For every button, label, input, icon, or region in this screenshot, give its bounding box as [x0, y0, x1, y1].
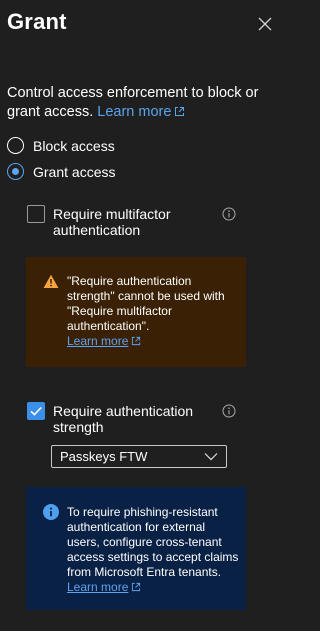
auth-strength-checkbox[interactable]: [27, 402, 45, 420]
auth-strength-dropdown[interactable]: Passkeys FTW: [51, 445, 227, 468]
intro-text: Control access enforcement to block or g…: [7, 84, 277, 122]
radio-label-grant: Grant access: [33, 163, 116, 180]
radio-button[interactable]: [7, 137, 24, 154]
info-learn-more-label: Learn more: [67, 580, 129, 594]
radio-button-selected[interactable]: [7, 163, 24, 180]
info-icon[interactable]: [222, 207, 236, 221]
dropdown-selected-value: Passkeys FTW: [60, 449, 148, 464]
mfa-checkbox[interactable]: [27, 205, 45, 223]
warning-text: "Require authentication strength" cannot…: [67, 274, 239, 349]
info-icon[interactable]: [222, 404, 236, 418]
external-link-icon: [132, 582, 141, 592]
warning-description: "Require authentication strength" cannot…: [67, 274, 225, 333]
radio-grant-access[interactable]: Grant access: [7, 163, 115, 180]
chevron-down-icon: [204, 453, 218, 461]
info-icon: [43, 504, 59, 520]
info-message: To require phishing-resistant authentica…: [26, 487, 246, 610]
learn-more-label: Learn more: [97, 104, 172, 120]
panel-title: Grant: [7, 9, 67, 34]
checkmark-icon: [30, 406, 42, 416]
external-link-icon: [175, 107, 185, 116]
warning-learn-more-label: Learn more: [67, 334, 129, 348]
radio-label-block: Block access: [33, 137, 115, 154]
warning-learn-more-link[interactable]: Learn more: [67, 334, 141, 348]
external-link-icon: [132, 336, 141, 346]
close-icon: [258, 17, 272, 31]
learn-more-link[interactable]: Learn more: [97, 104, 185, 120]
warning-icon: [43, 274, 59, 288]
mfa-label: Require multifactor authentication: [53, 206, 171, 238]
close-button[interactable]: [255, 14, 275, 34]
auth-strength-label: Require authentication strength: [53, 403, 194, 435]
radio-block-access[interactable]: Block access: [7, 137, 115, 154]
info-text: To require phishing-resistant authentica…: [67, 505, 239, 595]
info-description: To require phishing-resistant authentica…: [67, 505, 239, 579]
info-learn-more-link[interactable]: Learn more: [67, 580, 141, 594]
warning-message: "Require authentication strength" cannot…: [26, 257, 246, 367]
